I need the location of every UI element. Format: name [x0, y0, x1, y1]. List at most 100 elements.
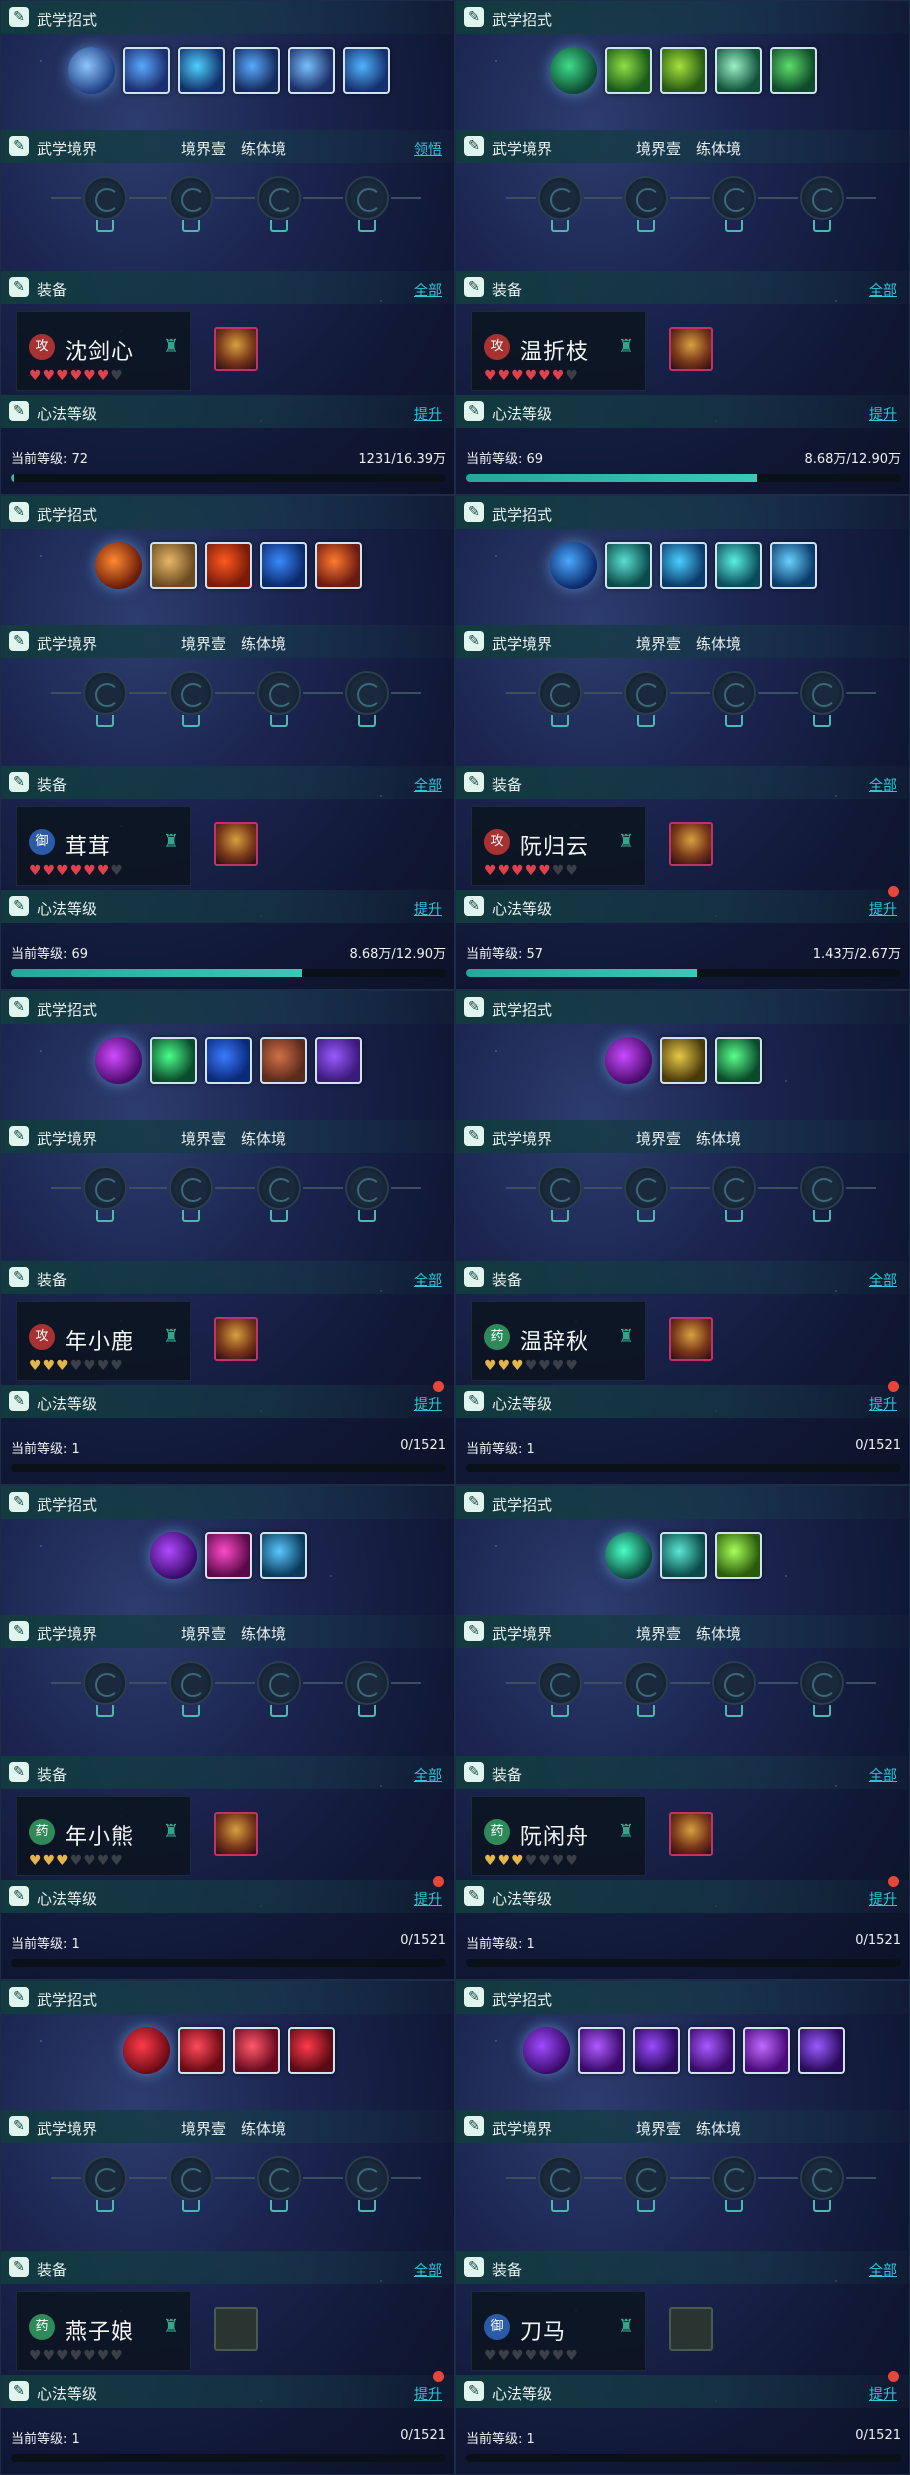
realm-node-icon[interactable]	[624, 1166, 668, 1210]
skill-icon[interactable]	[660, 47, 707, 94]
realm-node-icon[interactable]	[345, 2156, 389, 2200]
equipment-slot[interactable]	[214, 2307, 258, 2351]
skill-icon[interactable]	[715, 1532, 762, 1579]
upgrade-link[interactable]: 提升	[414, 1394, 442, 1414]
skill-icon[interactable]	[67, 47, 115, 94]
character-panel[interactable]: 药 燕子娘 ♜ ♥♥♥♥♥♥♥	[16, 2291, 191, 2371]
view-all-link[interactable]: 全部	[414, 1765, 442, 1785]
realm-node-icon[interactable]	[624, 2156, 668, 2200]
upgrade-link[interactable]: 提升	[869, 404, 897, 424]
skill-icon[interactable]	[632, 2027, 680, 2074]
character-panel[interactable]: 攻 年小鹿 ♜ ♥♥♥♥♥♥♥	[16, 1301, 191, 1381]
realm-node-icon[interactable]	[538, 1661, 582, 1705]
equipment-slot[interactable]	[214, 822, 258, 866]
skill-icon[interactable]	[342, 47, 390, 94]
view-all-link[interactable]: 全部	[414, 280, 442, 300]
character-panel[interactable]: 药 年小熊 ♜ ♥♥♥♥♥♥♥	[16, 1796, 191, 1876]
character-panel[interactable]: 攻 阮归云 ♜ ♥♥♥♥♥♥♥	[471, 806, 646, 886]
skill-icon[interactable]	[122, 47, 170, 94]
character-panel[interactable]: 御 茸茸 ♜ ♥♥♥♥♥♥♥	[16, 806, 191, 886]
skill-icon[interactable]	[95, 1037, 142, 1084]
view-all-link[interactable]: 全部	[414, 1270, 442, 1290]
skill-icon[interactable]	[260, 1037, 307, 1084]
realm-node-icon[interactable]	[169, 1166, 213, 1210]
character-panel[interactable]: 御 刀马 ♜ ♥♥♥♥♥♥♥	[471, 2291, 646, 2371]
character-panel[interactable]: 攻 沈剑心 ♜ ♥♥♥♥♥♥♥	[16, 311, 191, 391]
skill-icon[interactable]	[715, 1037, 762, 1084]
realm-node-icon[interactable]	[624, 176, 668, 220]
skill-icon[interactable]	[715, 542, 762, 589]
realm-node-icon[interactable]	[257, 1661, 301, 1705]
skill-icon[interactable]	[605, 1532, 652, 1579]
skill-icon[interactable]	[260, 542, 307, 589]
skill-icon[interactable]	[205, 1532, 252, 1579]
upgrade-link[interactable]: 提升	[414, 1889, 442, 1909]
character-panel[interactable]: 攻 温折枝 ♜ ♥♥♥♥♥♥♥	[471, 311, 646, 391]
realm-comprehend-link[interactable]: 领悟	[414, 139, 442, 159]
skill-icon[interactable]	[715, 47, 762, 94]
equipment-slot[interactable]	[669, 1317, 713, 1361]
realm-node-icon[interactable]	[538, 2156, 582, 2200]
skill-icon[interactable]	[770, 47, 817, 94]
realm-node-icon[interactable]	[345, 1661, 389, 1705]
skill-icon[interactable]	[150, 1532, 197, 1579]
upgrade-link[interactable]: 提升	[414, 404, 442, 424]
skill-icon[interactable]	[122, 2027, 170, 2074]
realm-node-icon[interactable]	[712, 671, 756, 715]
realm-node-icon[interactable]	[257, 671, 301, 715]
realm-node-icon[interactable]	[800, 671, 844, 715]
realm-node-icon[interactable]	[169, 176, 213, 220]
equipment-slot[interactable]	[214, 1317, 258, 1361]
skill-icon[interactable]	[687, 2027, 735, 2074]
realm-node-icon[interactable]	[800, 1661, 844, 1705]
equipment-slot[interactable]	[214, 327, 258, 371]
character-panel[interactable]: 药 阮闲舟 ♜ ♥♥♥♥♥♥♥	[471, 1796, 646, 1876]
skill-icon[interactable]	[770, 542, 817, 589]
upgrade-link[interactable]: 提升	[869, 2384, 897, 2404]
realm-node-icon[interactable]	[624, 671, 668, 715]
equipment-slot[interactable]	[214, 1812, 258, 1856]
skill-icon[interactable]	[177, 47, 225, 94]
skill-icon[interactable]	[232, 2027, 280, 2074]
realm-node-icon[interactable]	[345, 671, 389, 715]
realm-node-icon[interactable]	[345, 176, 389, 220]
realm-node-icon[interactable]	[624, 1661, 668, 1705]
skill-icon[interactable]	[660, 1532, 707, 1579]
realm-node-icon[interactable]	[83, 1661, 127, 1705]
realm-node-icon[interactable]	[83, 176, 127, 220]
realm-node-icon[interactable]	[538, 671, 582, 715]
realm-node-icon[interactable]	[800, 1166, 844, 1210]
skill-icon[interactable]	[550, 542, 597, 589]
skill-icon[interactable]	[550, 47, 597, 94]
skill-icon[interactable]	[605, 47, 652, 94]
upgrade-link[interactable]: 提升	[869, 1889, 897, 1909]
skill-icon[interactable]	[232, 47, 280, 94]
view-all-link[interactable]: 全部	[869, 280, 897, 300]
realm-node-icon[interactable]	[345, 1166, 389, 1210]
view-all-link[interactable]: 全部	[414, 2260, 442, 2280]
realm-node-icon[interactable]	[257, 2156, 301, 2200]
realm-node-icon[interactable]	[257, 1166, 301, 1210]
skill-icon[interactable]	[287, 2027, 335, 2074]
skill-icon[interactable]	[150, 542, 197, 589]
realm-node-icon[interactable]	[712, 2156, 756, 2200]
skill-icon[interactable]	[287, 47, 335, 94]
skill-icon[interactable]	[95, 542, 142, 589]
view-all-link[interactable]: 全部	[869, 1270, 897, 1290]
realm-node-icon[interactable]	[538, 176, 582, 220]
upgrade-link[interactable]: 提升	[869, 899, 897, 919]
view-all-link[interactable]: 全部	[869, 1765, 897, 1785]
equipment-slot[interactable]	[669, 1812, 713, 1856]
skill-icon[interactable]	[260, 1532, 307, 1579]
realm-node-icon[interactable]	[712, 1166, 756, 1210]
realm-node-icon[interactable]	[83, 671, 127, 715]
skill-icon[interactable]	[315, 542, 362, 589]
skill-icon[interactable]	[577, 2027, 625, 2074]
realm-node-icon[interactable]	[169, 2156, 213, 2200]
skill-icon[interactable]	[742, 2027, 790, 2074]
realm-node-icon[interactable]	[83, 2156, 127, 2200]
realm-node-icon[interactable]	[800, 2156, 844, 2200]
realm-node-icon[interactable]	[538, 1166, 582, 1210]
view-all-link[interactable]: 全部	[869, 775, 897, 795]
realm-node-icon[interactable]	[83, 1166, 127, 1210]
